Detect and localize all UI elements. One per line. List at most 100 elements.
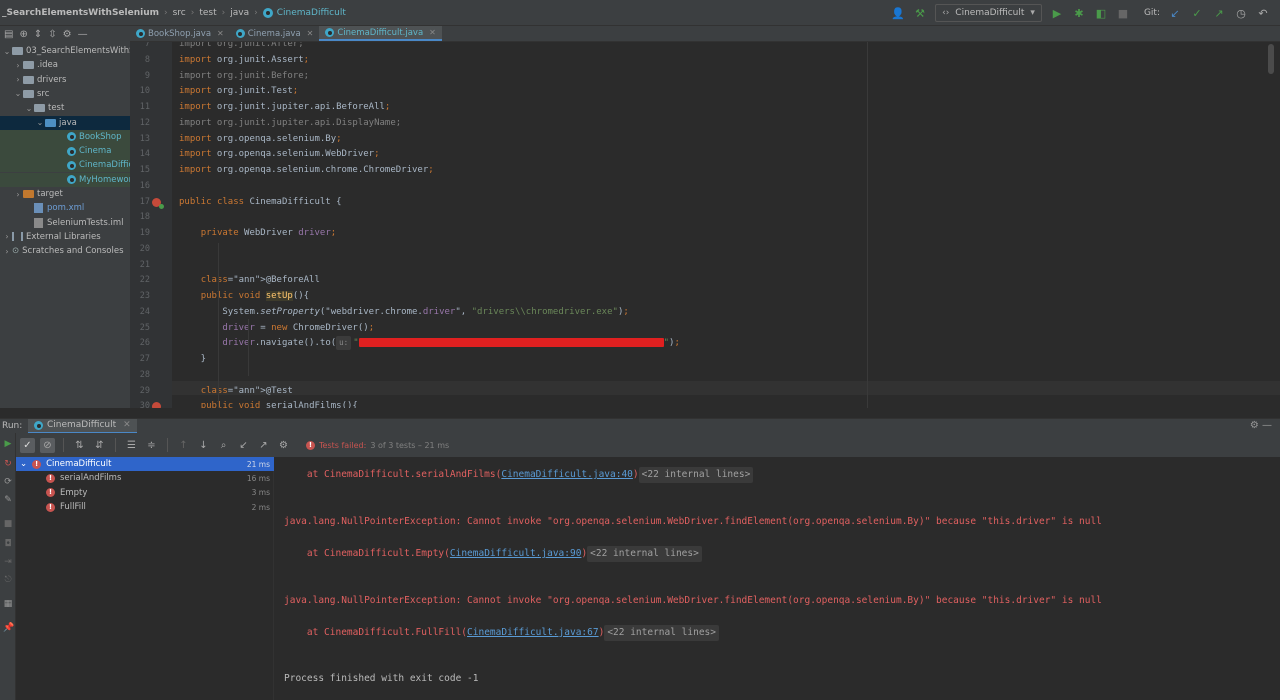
- import-tests-icon[interactable]: ↙: [236, 438, 251, 453]
- code-line[interactable]: import org.junit.Assert;: [179, 53, 309, 67]
- stop-icon[interactable]: ■: [1116, 6, 1130, 20]
- tree-item-cinema[interactable]: Cinema: [0, 144, 130, 159]
- run-tab[interactable]: CinemaDifficult ✕: [28, 418, 137, 434]
- locate-icon[interactable]: ⊕: [19, 29, 27, 40]
- code-line[interactable]: import org.junit.After;: [179, 42, 304, 51]
- tab-bookshop[interactable]: BookShop.java ✕: [130, 26, 230, 41]
- run-icon[interactable]: ▶: [1050, 6, 1064, 20]
- test-item-empty[interactable]: ! Empty 3 ms: [16, 486, 274, 500]
- tree-item-scratches-and-consoles[interactable]: › ⊙ Scratches and Consoles: [0, 244, 130, 258]
- code-line[interactable]: }: [179, 352, 206, 366]
- tree-item-java[interactable]: ⌄ java: [0, 115, 130, 130]
- rerun-failed-icon[interactable]: ↻: [3, 459, 13, 469]
- hide-icon[interactable]: —: [78, 29, 88, 40]
- code-line[interactable]: driver = new ChromeDriver();: [179, 321, 374, 335]
- tree-item-03-searchelementswiths[interactable]: ⌄ 03_SearchElementsWithS: [0, 44, 130, 58]
- folded-lines[interactable]: <22 internal lines>: [604, 625, 719, 641]
- code-line[interactable]: driver.navigate().to(u: " ");: [179, 336, 680, 351]
- tree-item-bookshop[interactable]: BookShop: [0, 129, 130, 144]
- folded-lines[interactable]: <22 internal lines>: [638, 467, 754, 483]
- search-icon[interactable]: ⌕: [216, 438, 231, 453]
- git-commit-icon[interactable]: ✓: [1190, 6, 1204, 20]
- git-rollback-icon[interactable]: ↶: [1256, 6, 1270, 20]
- tree-item-target[interactable]: › target: [0, 187, 130, 201]
- chevron-down-icon[interactable]: ⌄: [2, 47, 12, 56]
- breadcrumb-test[interactable]: test: [199, 0, 216, 26]
- chevron-right-icon[interactable]: ›: [2, 232, 12, 241]
- build-hammer-icon[interactable]: ⚒: [913, 6, 927, 20]
- tree-item-seleniumtests-iml[interactable]: SeleniumTests.iml: [0, 216, 130, 230]
- git-push-icon[interactable]: ↗: [1212, 6, 1226, 20]
- tree-item-pom-xml[interactable]: pom.xml: [0, 201, 130, 215]
- code-editor[interactable]: 7 8 9 10 11 12 13 14 15 16 17 18 19 20 21 22 23 24 25 26 27 2…: [130, 42, 1280, 408]
- gear-icon[interactable]: ⚙: [63, 29, 72, 40]
- project-view-icon[interactable]: ▤: [4, 29, 13, 40]
- tree-item-cinemadifficult[interactable]: CinemaDifficult: [0, 158, 130, 173]
- expand-all-icon[interactable]: ☰: [124, 438, 139, 453]
- run-test-gutter-icon[interactable]: [152, 402, 161, 408]
- code-line[interactable]: import org.junit.Before;: [179, 69, 309, 83]
- tree-item-drivers[interactable]: › drivers: [0, 73, 130, 87]
- layout-icon[interactable]: ▦: [3, 599, 13, 609]
- source-link[interactable]: CinemaDifficult.java:40: [501, 469, 633, 480]
- code-line[interactable]: import org.junit.jupiter.api.DisplayName…: [179, 116, 401, 130]
- close-icon[interactable]: ✕: [123, 420, 131, 430]
- test-item-fullfill[interactable]: ! FullFill 2 ms: [16, 500, 274, 514]
- test-item-serialandfilms[interactable]: ! serialAndFilms 16 ms: [16, 471, 274, 485]
- code-line[interactable]: public void serialAndFilms(){: [179, 399, 358, 408]
- breadcrumb-class[interactable]: CinemaDifficult: [262, 0, 346, 26]
- user-icon[interactable]: 👤: [891, 6, 905, 20]
- wrench-icon[interactable]: ✎: [3, 495, 13, 505]
- stop-icon[interactable]: ■: [3, 519, 13, 529]
- code-line[interactable]: import org.openqa.selenium.chrome.Chrome…: [179, 163, 434, 177]
- breadcrumb-project[interactable]: _SearchElementsWithSelenium: [2, 0, 159, 26]
- run-configuration-selector[interactable]: ‹› CinemaDifficult ▾: [935, 4, 1042, 22]
- code-line[interactable]: public class CinemaDifficult {: [179, 195, 342, 209]
- gear-icon[interactable]: ⚙: [276, 438, 291, 453]
- chevron-right-icon[interactable]: ›: [13, 61, 23, 70]
- close-icon[interactable]: ✕: [307, 29, 314, 38]
- tab-cinemadifficult[interactable]: CinemaDifficult.java ✕: [319, 26, 442, 41]
- tree-item-myhomework[interactable]: MyHomework: [0, 172, 130, 187]
- chevron-right-icon[interactable]: ›: [2, 247, 12, 256]
- source-link[interactable]: CinemaDifficult.java:90: [450, 548, 582, 559]
- breadcrumb-src[interactable]: src: [173, 0, 186, 26]
- breadcrumb-java[interactable]: java: [230, 0, 249, 26]
- code-line[interactable]: private WebDriver driver;: [179, 226, 336, 240]
- chevron-down-icon[interactable]: ⌄: [35, 118, 45, 127]
- code-line[interactable]: class="ann">@BeforeAll: [179, 273, 320, 287]
- sort-duration-icon[interactable]: ⇵: [92, 438, 107, 453]
- code-line[interactable]: public void setUp(){: [179, 289, 309, 303]
- code-line[interactable]: import org.junit.jupiter.api.BeforeAll;: [179, 100, 390, 114]
- sort-alpha-icon[interactable]: ⇅: [72, 438, 87, 453]
- editor-scrollbar[interactable]: [1268, 44, 1274, 74]
- tree-item--idea[interactable]: › .idea: [0, 58, 130, 72]
- close-icon[interactable]: ✕: [217, 29, 224, 38]
- code-line[interactable]: import org.openqa.selenium.WebDriver;: [179, 147, 380, 161]
- run-test-gutter-icon[interactable]: [152, 197, 164, 209]
- gear-icon[interactable]: ⚙ —: [1250, 420, 1272, 431]
- chevron-down-icon[interactable]: ⌄: [13, 89, 23, 98]
- debug-icon[interactable]: ✱: [1072, 6, 1086, 20]
- export-icon[interactable]: ⇥: [3, 557, 13, 567]
- source-link[interactable]: CinemaDifficult.java:67: [467, 627, 599, 638]
- previous-failed-icon[interactable]: ↑: [176, 438, 191, 453]
- chevron-down-icon[interactable]: ⌄: [20, 459, 27, 469]
- pin-icon[interactable]: 📌: [3, 623, 14, 633]
- chevron-down-icon[interactable]: ⌄: [24, 104, 34, 113]
- tab-cinema[interactable]: Cinema.java ✕: [230, 26, 320, 41]
- code-line[interactable]: System.setProperty("webdriver.chrome.dri…: [179, 305, 628, 319]
- coverage-icon[interactable]: ◧: [1094, 6, 1108, 20]
- close-icon[interactable]: ✕: [429, 28, 436, 37]
- git-update-icon[interactable]: ↙: [1168, 6, 1182, 20]
- code-line[interactable]: import org.junit.Test;: [179, 84, 298, 98]
- test-item-cinemadifficult[interactable]: ⌄! CinemaDifficult 21 ms: [16, 457, 274, 471]
- tree-item-test[interactable]: ⌄ test: [0, 101, 130, 115]
- export-tests-icon[interactable]: ↗: [256, 438, 271, 453]
- chevron-right-icon[interactable]: ›: [13, 190, 23, 199]
- next-failed-icon[interactable]: ↓: [196, 438, 211, 453]
- toggle-auto-test-icon[interactable]: ⟳: [3, 477, 13, 487]
- collapse-all-icon[interactable]: ≑: [144, 438, 159, 453]
- tree-item-src[interactable]: ⌄ src: [0, 87, 130, 101]
- chevron-right-icon[interactable]: ›: [13, 75, 23, 84]
